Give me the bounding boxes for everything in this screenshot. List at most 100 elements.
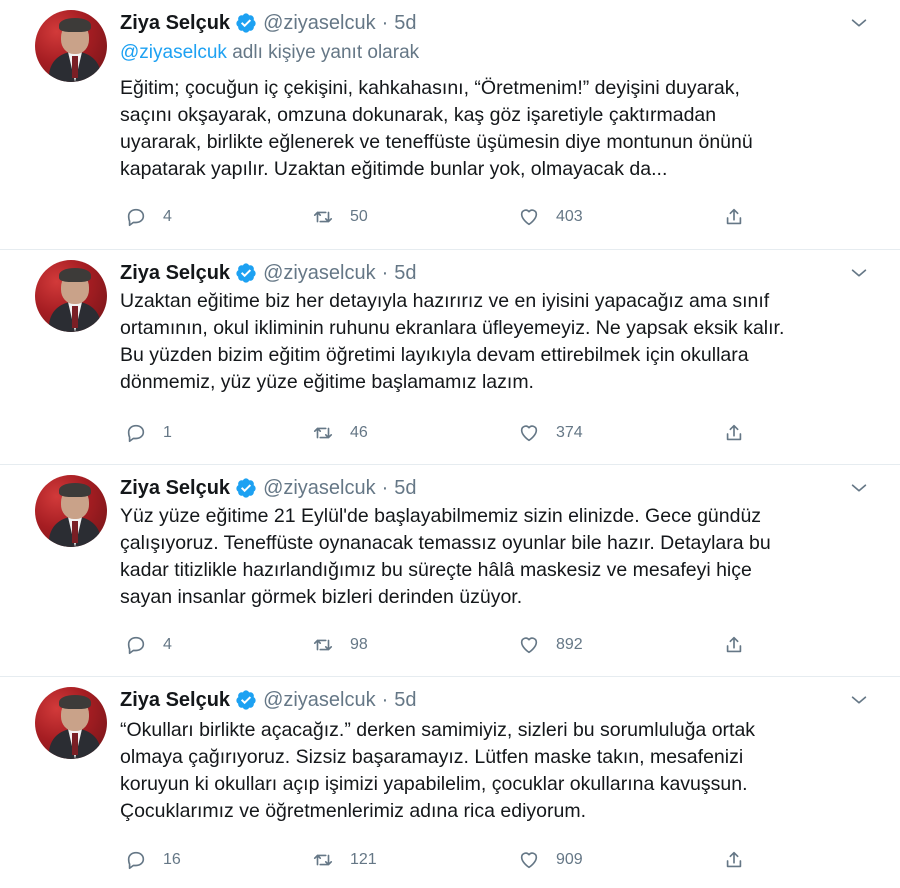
reply-mention-link[interactable]: @ziyaselcuk xyxy=(120,42,227,63)
retweet-icon xyxy=(313,211,333,223)
author-name[interactable]: Ziya Selçuk xyxy=(120,12,230,35)
tweet-text-line: çalışıyoruz. Teneffüste oynanacak temass… xyxy=(120,532,771,554)
heart-icon xyxy=(520,852,538,869)
tweet-text-line: sayan insanlar görmek bizleri derinden ü… xyxy=(120,586,523,608)
share-icon xyxy=(726,636,742,653)
tweet-text-line: uyararak, birlikte eğlenerek ve teneffüs… xyxy=(120,131,753,153)
retweet-icon xyxy=(313,427,333,439)
separator-dot: · xyxy=(381,261,389,284)
tweet-text: Yüz yüze eğitime 21 Eylül'de başlayabilm… xyxy=(120,503,840,611)
reply-icon xyxy=(127,636,145,655)
reply-icon xyxy=(127,208,145,227)
reply-button[interactable]: 1 xyxy=(125,420,172,446)
like-count: 909 xyxy=(556,851,583,868)
reply-count: 4 xyxy=(163,208,172,225)
tweet-text-line: Çocuklarımız ve öğretmenlerimiz adına ri… xyxy=(120,800,587,822)
author-name[interactable]: Ziya Selçuk xyxy=(120,477,230,500)
retweet-button[interactable]: 121 xyxy=(312,847,377,873)
like-button[interactable]: 374 xyxy=(518,420,583,446)
tweet-text: Eğitim; çocuğun iç çekişini, kahkahasını… xyxy=(120,75,840,183)
retweet-count: 98 xyxy=(350,636,368,653)
author-name[interactable]: Ziya Selçuk xyxy=(120,689,230,712)
tweet-header: Ziya Selçuk @ziyaselcuk · 5d xyxy=(120,8,417,38)
author-handle[interactable]: @ziyaselcuk xyxy=(263,477,376,500)
reply-count: 4 xyxy=(163,636,172,653)
tweet-header: Ziya Selçuk @ziyaselcuk · 5d xyxy=(120,685,417,715)
chevron-down-icon[interactable] xyxy=(848,12,870,34)
chevron-down-icon[interactable] xyxy=(848,689,870,711)
reply-button[interactable]: 16 xyxy=(125,847,181,873)
reply-button[interactable]: 4 xyxy=(125,204,172,230)
tweet-text-line: Uzaktan eğitime biz her detayıyla hazırı… xyxy=(120,290,770,312)
tweet-text-line: kadar titizlikle hazırlandığımız bu süre… xyxy=(120,559,752,581)
like-count: 892 xyxy=(556,636,583,653)
share-icon xyxy=(726,208,742,225)
heart-icon xyxy=(520,425,538,442)
retweet-button[interactable]: 98 xyxy=(312,632,368,658)
tweet-actions: 1 46 374 xyxy=(125,420,765,446)
avatar[interactable] xyxy=(35,10,107,82)
tweet-text-line: ortamının, okul ikliminin ruhunu ekranla… xyxy=(120,317,785,339)
tweet-text-line: olmaya çağırıyoruz. Sizsiz başaramayız. … xyxy=(120,746,744,768)
avatar[interactable] xyxy=(35,475,107,547)
like-count: 403 xyxy=(556,208,583,225)
tweet[interactable]: Ziya Selçuk @ziyaselcuk · 5d @ziyaselcuk… xyxy=(0,0,900,250)
retweet-icon xyxy=(313,639,333,651)
timestamp[interactable]: 5d xyxy=(394,12,416,35)
retweet-button[interactable]: 46 xyxy=(312,420,368,446)
heart-icon xyxy=(520,209,538,226)
tweet-actions: 4 50 403 xyxy=(125,204,765,230)
tweet[interactable]: Ziya Selçuk @ziyaselcuk · 5d “Okulları b… xyxy=(0,677,900,888)
author-handle[interactable]: @ziyaselcuk xyxy=(263,12,376,35)
tweet-text-line: Bu yüzden bizim eğitim öğretimi layıkıyl… xyxy=(120,344,749,366)
separator-dot: · xyxy=(381,11,389,34)
share-button[interactable] xyxy=(723,632,745,658)
heart-icon xyxy=(520,637,538,654)
like-button[interactable]: 892 xyxy=(518,632,583,658)
tweet-text-line: kapatarak yapılır. Uzaktan eğitimde bunl… xyxy=(120,158,668,180)
tweet-header: Ziya Selçuk @ziyaselcuk · 5d xyxy=(120,473,417,503)
author-handle[interactable]: @ziyaselcuk xyxy=(263,262,376,285)
share-button[interactable] xyxy=(723,204,745,230)
separator-dot: · xyxy=(381,688,389,711)
tweet-feed: Ziya Selçuk @ziyaselcuk · 5d @ziyaselcuk… xyxy=(0,0,900,888)
verified-badge-icon xyxy=(236,13,256,33)
tweet-actions: 4 98 892 xyxy=(125,632,765,658)
verified-badge-icon xyxy=(236,690,256,710)
reply-count: 1 xyxy=(163,424,172,441)
retweet-count: 121 xyxy=(350,851,377,868)
reply-context-text: adlı kişiye yanıt olarak xyxy=(226,42,420,63)
reply-icon xyxy=(127,851,145,870)
timestamp[interactable]: 5d xyxy=(394,262,416,285)
share-button[interactable] xyxy=(723,847,745,873)
author-handle[interactable]: @ziyaselcuk xyxy=(263,689,376,712)
tweet-actions: 16 121 909 xyxy=(125,847,765,873)
tweet-text: “Okulları birlikte açacağız.” derken sam… xyxy=(120,717,840,825)
timestamp[interactable]: 5d xyxy=(394,689,416,712)
like-count: 374 xyxy=(556,424,583,441)
timestamp[interactable]: 5d xyxy=(394,477,416,500)
like-button[interactable]: 403 xyxy=(518,204,583,230)
tweet-text-line: Eğitim; çocuğun iç çekişini, kahkahasını… xyxy=(120,77,740,99)
chevron-down-icon[interactable] xyxy=(848,477,870,499)
share-button[interactable] xyxy=(723,420,745,446)
tweet-text-line: koruyun ki okulları açıp işimizi yapabil… xyxy=(120,773,748,795)
retweet-icon xyxy=(313,854,333,866)
tweet-text-line: Yüz yüze eğitime 21 Eylül'de başlayabilm… xyxy=(120,505,762,527)
chevron-down-icon[interactable] xyxy=(848,262,870,284)
reply-button[interactable]: 4 xyxy=(125,632,172,658)
separator-dot: · xyxy=(381,476,389,499)
tweet-text: Uzaktan eğitime biz her detayıyla hazırı… xyxy=(120,288,840,396)
reply-context: @ziyaselcuk adlı kişiye yanıt olarak xyxy=(120,42,419,64)
like-button[interactable]: 909 xyxy=(518,847,583,873)
retweet-button[interactable]: 50 xyxy=(312,204,368,230)
tweet-text-line: dönmemiz, yüz yüze eğitime başlamamız la… xyxy=(120,371,534,393)
share-icon xyxy=(726,424,742,441)
author-name[interactable]: Ziya Selçuk xyxy=(120,262,230,285)
verified-badge-icon xyxy=(236,263,256,283)
tweet-header: Ziya Selçuk @ziyaselcuk · 5d xyxy=(120,258,417,288)
tweet[interactable]: Ziya Selçuk @ziyaselcuk · 5d Yüz yüze eğ… xyxy=(0,465,900,677)
avatar[interactable] xyxy=(35,687,107,759)
tweet[interactable]: Ziya Selçuk @ziyaselcuk · 5d Uzaktan eği… xyxy=(0,250,900,465)
avatar[interactable] xyxy=(35,260,107,332)
